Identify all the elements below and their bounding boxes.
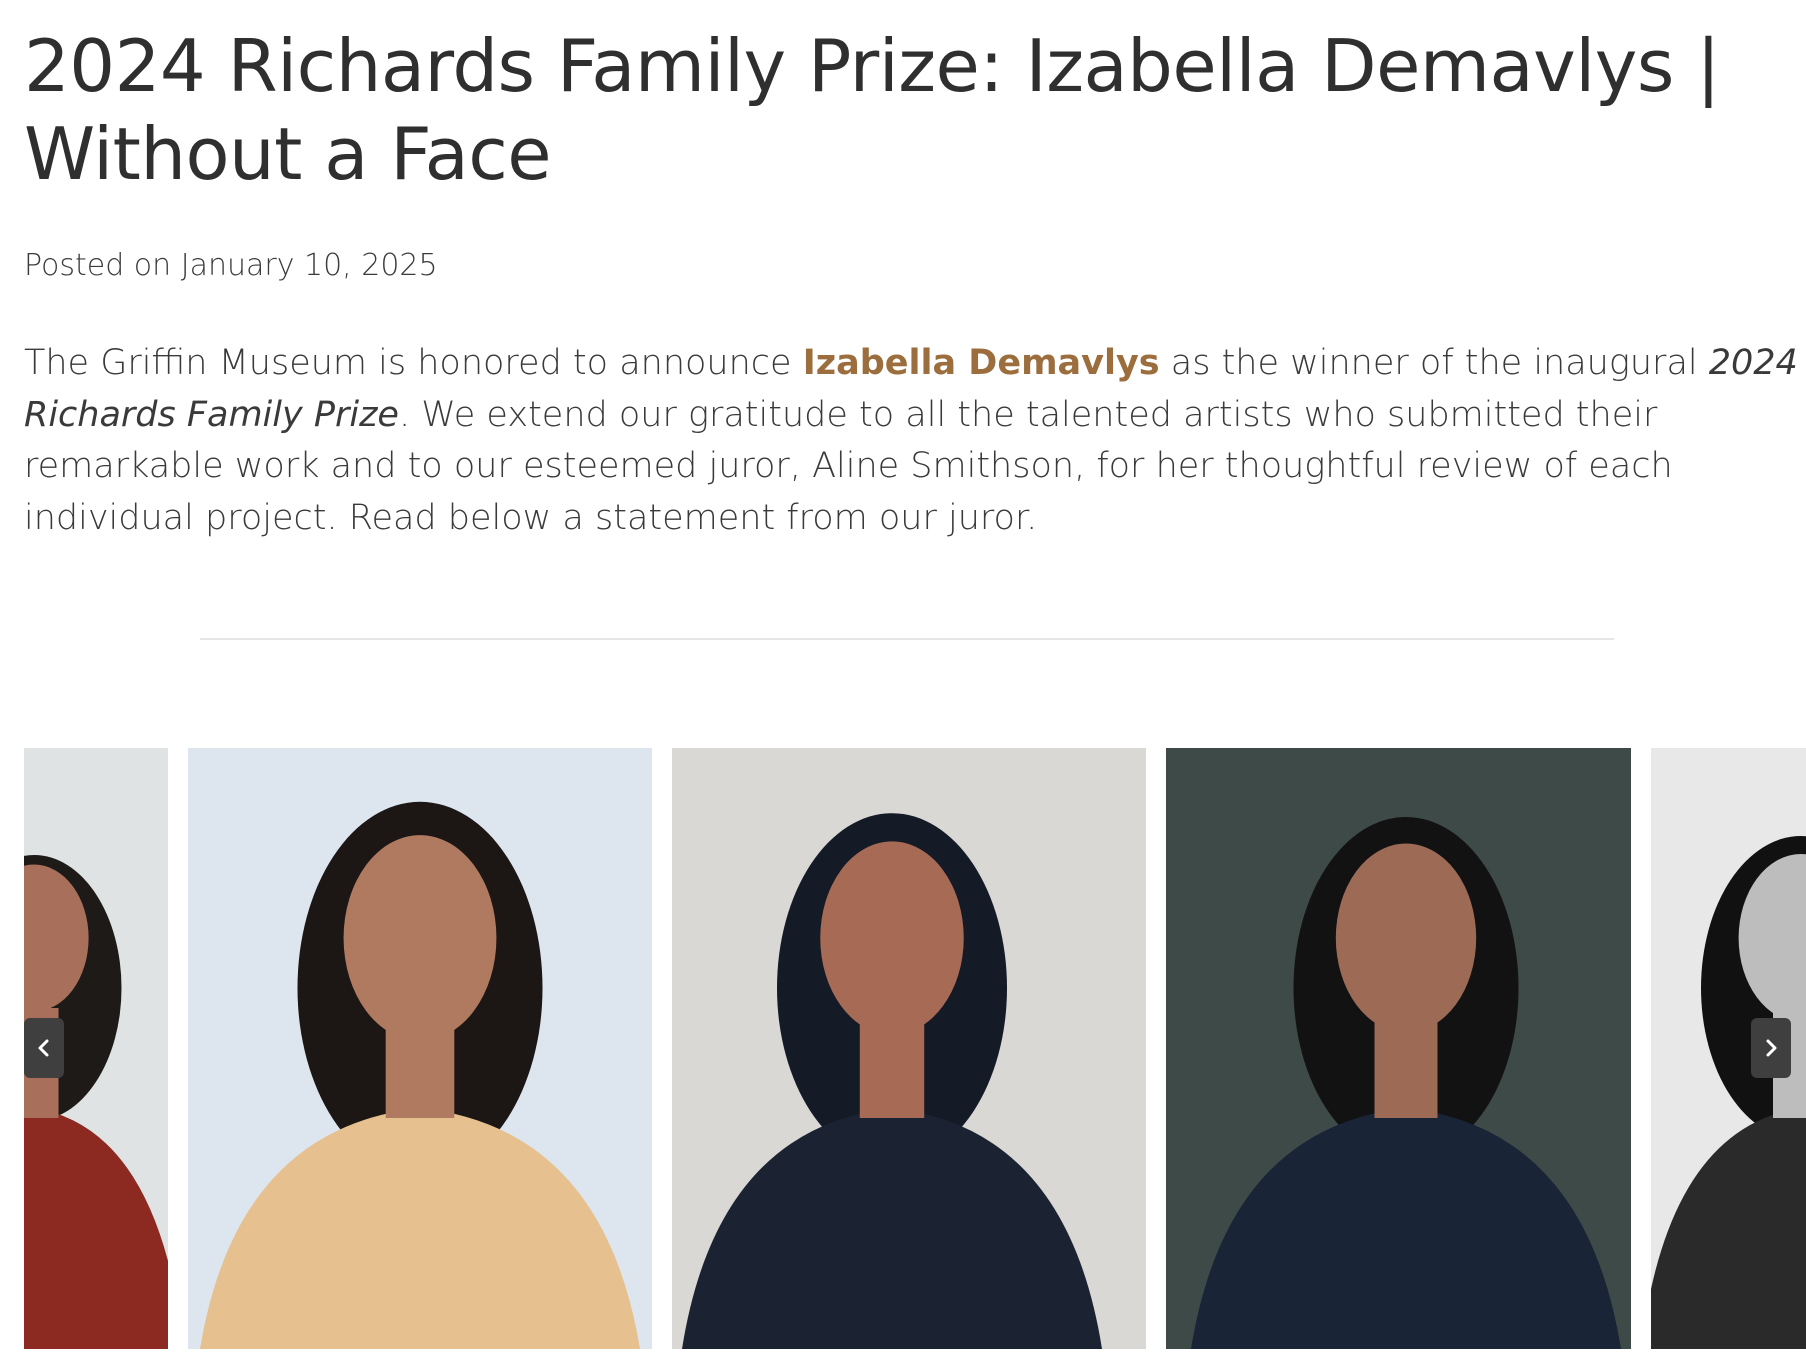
- portrait-image: [672, 748, 1146, 1349]
- section-divider: [200, 638, 1614, 640]
- portrait-beige-scarf[interactable]: [188, 748, 652, 1349]
- posted-label: Posted on: [24, 248, 172, 283]
- portrait-black-hijab[interactable]: [672, 748, 1146, 1349]
- article-page: 2024 Richards Family Prize: Izabella Dem…: [0, 0, 1806, 1364]
- chevron-left-icon: [38, 1039, 49, 1057]
- photo-carousel[interactable]: [24, 748, 1806, 1349]
- page-title: 2024 Richards Family Prize: Izabella Dem…: [24, 24, 1721, 196]
- portrait-image: [188, 748, 652, 1349]
- chevron-right-icon: [1766, 1039, 1777, 1057]
- portrait-image: [1166, 748, 1631, 1349]
- intro-text-1: The Griffin Museum is honored to announc…: [24, 343, 803, 383]
- carousel-next-button[interactable]: [1751, 1018, 1791, 1078]
- portrait-dark-room[interactable]: [1166, 748, 1631, 1349]
- posted-date: January 10, 2025: [180, 248, 438, 283]
- carousel-prev-button[interactable]: [24, 1018, 64, 1078]
- artist-link[interactable]: Izabella Demavlys: [803, 343, 1160, 383]
- post-meta: Posted on January 10, 2025: [24, 246, 438, 286]
- intro-paragraph: The Griffin Museum is honored to announc…: [24, 338, 1799, 544]
- intro-text-2: as the winner of the inaugural: [1159, 343, 1709, 383]
